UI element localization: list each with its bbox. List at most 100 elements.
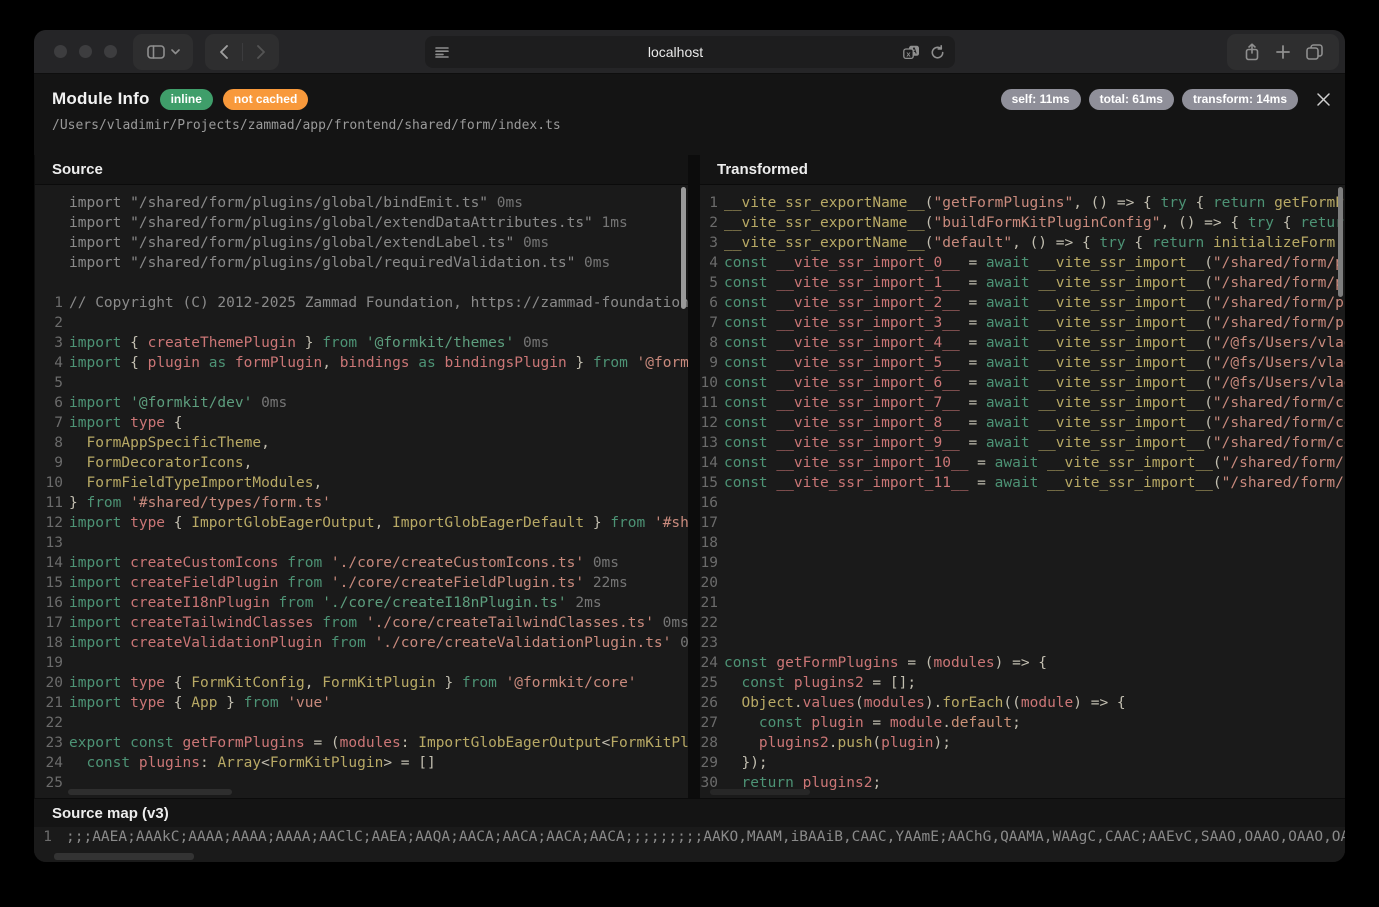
line-number: 9 xyxy=(35,453,63,473)
line-number: 6 xyxy=(35,393,63,413)
close-panel-button[interactable] xyxy=(1316,92,1331,107)
line-number: 14 xyxy=(35,553,63,573)
traffic-lights xyxy=(54,45,117,58)
module-info-header: Module Info inline not cached self: 11ms… xyxy=(52,86,1331,112)
code-line: 18import createValidationPlugin from './… xyxy=(35,633,688,653)
self-time-badge: self: 11ms xyxy=(1001,89,1081,110)
code-line: 21 xyxy=(700,593,1345,613)
code-panels: Source import "/shared/form/plugins/glob… xyxy=(34,155,1345,798)
line-number: 15 xyxy=(700,473,718,493)
code-line: 25 const plugins2 = []; xyxy=(700,673,1345,693)
code-line: 29 }); xyxy=(700,753,1345,773)
code-line: 16 xyxy=(700,493,1345,513)
module-file-path: /Users/vladimir/Projects/zammad/app/fron… xyxy=(52,118,561,133)
code-line: 23export const getFormPlugins = (modules… xyxy=(35,733,688,753)
code-line: 6import '@formkit/dev' 0ms xyxy=(35,393,688,413)
code-line: 22 xyxy=(700,613,1345,633)
line-number: 18 xyxy=(700,533,718,553)
reload-icon[interactable] xyxy=(930,45,945,60)
code-line: 11} from '#shared/types/form.ts' xyxy=(35,493,688,513)
line-number: 23 xyxy=(35,733,63,753)
chevron-down-icon xyxy=(171,49,180,55)
minimize-window-button[interactable] xyxy=(79,45,92,58)
line-number: 12 xyxy=(35,513,63,533)
transformed-horizontal-scrollbar[interactable] xyxy=(710,789,810,795)
translate-icon[interactable]: A x xyxy=(903,45,920,60)
sourcemap-title: Source map (v3) xyxy=(52,805,169,822)
line-number xyxy=(35,253,63,273)
line-number: 11 xyxy=(35,493,63,513)
code-line: 9 FormDecoratorIcons, xyxy=(35,453,688,473)
line-number: 16 xyxy=(35,593,63,613)
new-tab-icon[interactable] xyxy=(1276,45,1290,59)
line-number: 15 xyxy=(35,573,63,593)
line-number: 20 xyxy=(35,673,63,693)
line-number xyxy=(35,193,63,213)
line-number: 17 xyxy=(35,613,63,633)
code-line: 15import createFieldPlugin from './core/… xyxy=(35,573,688,593)
back-button[interactable] xyxy=(206,34,242,70)
sourcemap-horizontal-scrollbar[interactable] xyxy=(54,853,194,860)
zoom-window-button[interactable] xyxy=(104,45,117,58)
code-line: 14import createCustomIcons from './core/… xyxy=(35,553,688,573)
line-number: 1 xyxy=(34,827,52,847)
code-line: 5const __vite_ssr_import_1__ = await __v… xyxy=(700,273,1345,293)
browser-titlebar: localhost A x xyxy=(34,30,1345,74)
tab-overview-icon[interactable] xyxy=(1306,44,1323,60)
line-number: 16 xyxy=(700,493,718,513)
not-cached-badge: not cached xyxy=(223,89,308,110)
line-number: 27 xyxy=(700,713,718,733)
code-line: 19 xyxy=(700,553,1345,573)
line-number: 11 xyxy=(700,393,718,413)
code-line: 19 xyxy=(35,653,688,673)
code-line: 3import { createThemePlugin } from '@for… xyxy=(35,333,688,353)
code-line: 2 xyxy=(35,313,688,333)
code-line: 23 xyxy=(700,633,1345,653)
code-line: 13 xyxy=(35,533,688,553)
code-line: 8 FormAppSpecificTheme, xyxy=(35,433,688,453)
code-line: import "/shared/form/plugins/global/requ… xyxy=(35,253,688,273)
reader-icon[interactable] xyxy=(435,45,449,59)
code-line: 28 plugins2.push(plugin); xyxy=(700,733,1345,753)
line-number: 12 xyxy=(700,413,718,433)
transformed-vertical-scrollbar[interactable] xyxy=(1338,187,1343,297)
line-number: 22 xyxy=(700,613,718,633)
url-text: localhost xyxy=(449,44,903,60)
address-bar[interactable]: localhost A x xyxy=(425,36,955,68)
line-number: 14 xyxy=(700,453,718,473)
line-number: 13 xyxy=(35,533,63,553)
code-line: 2__vite_ssr_exportName__("buildFormKitPl… xyxy=(700,213,1345,233)
code-line: 3__vite_ssr_exportName__("default", () =… xyxy=(700,233,1345,253)
line-number: 24 xyxy=(35,753,63,773)
sidebar-icon xyxy=(147,45,165,59)
code-line: 12import type { ImportGlobEagerOutput, I… xyxy=(35,513,688,533)
sidebar-toggle-button[interactable] xyxy=(133,34,193,70)
source-panel-title: Source xyxy=(35,155,688,185)
line-number: 7 xyxy=(35,413,63,433)
share-icon[interactable] xyxy=(1244,43,1260,61)
line-number: 25 xyxy=(700,673,718,693)
code-line: import "/shared/form/plugins/global/exte… xyxy=(35,233,688,253)
page-title: Module Info xyxy=(52,89,150,109)
line-number: 23 xyxy=(700,633,718,653)
code-line: 16import createI18nPlugin from './core/c… xyxy=(35,593,688,613)
code-line: 1;;;AAEA;AAAkC;AAAA;AAAA;AAAA;AAClC;AAEA… xyxy=(34,827,1345,847)
forward-button[interactable] xyxy=(243,34,279,70)
code-line: 17import createTailwindClasses from './c… xyxy=(35,613,688,633)
code-line: 15const __vite_ssr_import_11__ = await _… xyxy=(700,473,1345,493)
code-line: 22 xyxy=(35,713,688,733)
code-line: 17 xyxy=(700,513,1345,533)
code-line: 4import { plugin as formPlugin, bindings… xyxy=(35,353,688,373)
inline-badge: inline xyxy=(160,89,213,110)
close-window-button[interactable] xyxy=(54,45,67,58)
line-number: 1 xyxy=(35,293,63,313)
line-number xyxy=(35,213,63,233)
source-horizontal-scrollbar[interactable] xyxy=(68,789,232,795)
line-number: 3 xyxy=(700,233,718,253)
code-line: 7import type { xyxy=(35,413,688,433)
source-vertical-scrollbar[interactable] xyxy=(681,187,686,309)
code-line: 20 xyxy=(700,573,1345,593)
line-number: 8 xyxy=(700,333,718,353)
line-number: 8 xyxy=(35,433,63,453)
sourcemap-code: 1;;;AAEA;AAAkC;AAAA;AAAA;AAAA;AAClC;AAEA… xyxy=(34,827,1345,862)
